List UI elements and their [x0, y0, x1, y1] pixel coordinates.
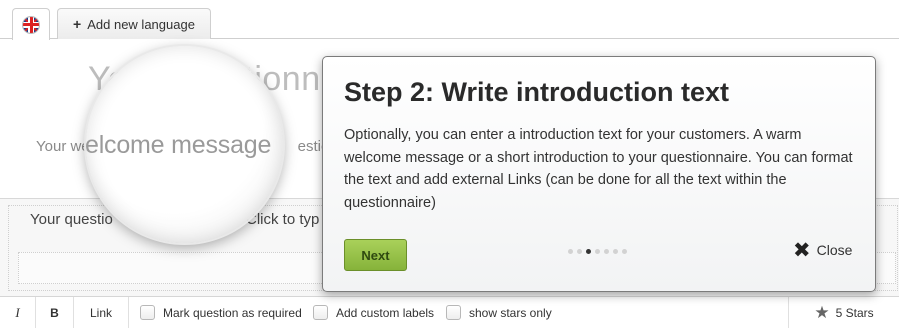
stars-only-option[interactable]: show stars only	[446, 304, 552, 321]
required-option[interactable]: Mark question as required	[140, 304, 302, 321]
magnified-text-a: elcome	[86, 131, 172, 159]
step-indicator	[568, 249, 627, 254]
tour-step-popup: Step 2: Write introduction text Optional…	[322, 56, 876, 292]
italic-button[interactable]: I	[0, 297, 36, 328]
next-button[interactable]: Next	[344, 239, 407, 271]
stars-only-checkbox[interactable]	[446, 305, 461, 320]
plus-icon: +	[73, 16, 82, 32]
close-icon: ✖	[793, 238, 811, 262]
add-language-tab[interactable]: + Add new language	[57, 8, 211, 39]
star-count-button[interactable]: ★ 5 Stars	[788, 297, 899, 328]
magnified-text: elcome message	[86, 131, 271, 160]
step-dot[interactable]	[604, 249, 609, 254]
required-label: Mark question as required	[163, 305, 302, 320]
step-dot[interactable]	[613, 249, 618, 254]
add-language-label: Add new language	[87, 16, 195, 32]
step-dot[interactable]	[568, 249, 573, 254]
star-icon: ★	[814, 303, 830, 322]
step-dot[interactable]	[595, 249, 600, 254]
custom-labels-option[interactable]: Add custom labels	[313, 304, 434, 321]
step-dot[interactable]	[577, 249, 582, 254]
link-button[interactable]: Link	[74, 297, 129, 328]
bold-button[interactable]: B	[36, 297, 74, 328]
language-tabs: + Add new language	[0, 0, 899, 40]
welcome-prefix: Your we	[36, 138, 90, 155]
magnified-text-b: message	[171, 131, 272, 159]
close-label: Close	[816, 242, 853, 258]
step-dot[interactable]	[586, 249, 591, 254]
question-hint[interactable]: Click to typ	[246, 211, 319, 228]
stars-only-label: show stars only	[469, 305, 552, 320]
uk-flag-icon	[23, 16, 39, 33]
step-dot[interactable]	[622, 249, 627, 254]
editor-toolbar: I B Link Mark question as required Add c…	[0, 296, 899, 328]
magnifier-lens: elcome message	[86, 46, 283, 243]
tab-english[interactable]	[12, 8, 50, 40]
custom-labels-label: Add custom labels	[336, 305, 435, 320]
tour-title: Step 2: Write introduction text	[344, 77, 730, 107]
question-text[interactable]: Your questio	[30, 211, 113, 228]
close-button[interactable]: ✖ Close	[793, 238, 853, 262]
tour-body: Optionally, you can enter a introduction…	[344, 127, 853, 211]
required-checkbox[interactable]	[140, 305, 155, 320]
star-count-label: 5 Stars	[835, 305, 874, 320]
custom-labels-checkbox[interactable]	[313, 305, 328, 320]
